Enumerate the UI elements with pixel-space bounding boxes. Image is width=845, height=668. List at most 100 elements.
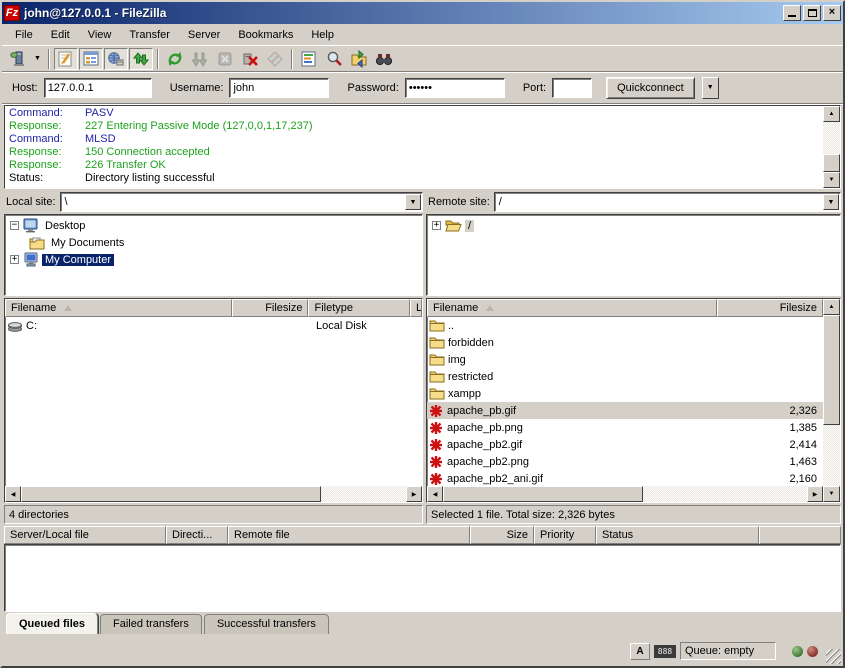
remote-hscrollbar[interactable]: ◀ ▶: [427, 486, 823, 502]
tree-item-my-computer[interactable]: + My Computer: [5, 251, 422, 268]
column-status[interactable]: Status: [596, 526, 759, 544]
local-site-combo[interactable]: \ ▼: [60, 192, 423, 212]
column-filename[interactable]: Filename: [5, 299, 232, 317]
chevron-down-icon[interactable]: ▼: [405, 194, 421, 210]
close-button[interactable]: ×: [823, 5, 841, 21]
site-manager-dropdown-icon[interactable]: ▼: [31, 48, 44, 70]
expand-icon[interactable]: +: [10, 255, 19, 264]
port-input[interactable]: [552, 78, 592, 98]
synchronized-browsing-icon[interactable]: [372, 48, 396, 70]
cancel-operation-icon[interactable]: [213, 48, 237, 70]
remote-file-row[interactable]: apache_pb2_ani.gif 2,160: [427, 470, 823, 486]
disconnect-icon[interactable]: [238, 48, 262, 70]
remote-file-row[interactable]: restricted: [427, 368, 823, 385]
toggle-message-log-icon[interactable]: [54, 48, 78, 70]
image-file-icon: [429, 438, 443, 452]
local-status-text: 4 directories: [4, 505, 423, 524]
scroll-up-icon[interactable]: ▲: [823, 299, 840, 315]
scroll-left-icon[interactable]: ◀: [5, 486, 21, 502]
menu-file[interactable]: File: [6, 26, 42, 44]
quickconnect-dropdown-icon[interactable]: ▼: [702, 77, 719, 99]
remote-file-row[interactable]: apache_pb2.gif 2,414: [427, 436, 823, 453]
menu-transfer[interactable]: Transfer: [120, 26, 179, 44]
file-search-icon[interactable]: [322, 48, 346, 70]
remote-file-row[interactable]: apache_pb2.png 1,463: [427, 453, 823, 470]
scroll-left-icon[interactable]: ◀: [427, 486, 443, 502]
scroll-right-icon[interactable]: ▶: [406, 486, 422, 502]
process-queue-icon[interactable]: [188, 48, 212, 70]
folder-icon: [429, 353, 445, 366]
title-bar[interactable]: Fz john@127.0.0.1 - FileZilla ×: [2, 2, 843, 24]
column-filename[interactable]: Filename: [427, 299, 717, 317]
log-line: Response:150 Connection accepted: [9, 146, 823, 159]
transfer-type-indicator-icon[interactable]: A: [630, 643, 650, 660]
host-input[interactable]: [44, 78, 152, 98]
message-log-body: Command:PASV Response:227 Entering Passi…: [5, 106, 823, 188]
window-title: john@127.0.0.1 - FileZilla: [24, 6, 783, 20]
toggle-remote-tree-icon[interactable]: [104, 48, 128, 70]
menu-edit[interactable]: Edit: [42, 26, 79, 44]
scroll-right-icon[interactable]: ▶: [807, 486, 823, 502]
column-size[interactable]: Size: [470, 526, 534, 544]
password-input[interactable]: [405, 78, 505, 98]
local-list-body: C: Local Disk: [5, 317, 422, 486]
speed-limit-indicator-icon[interactable]: 888: [654, 645, 676, 658]
minimize-button[interactable]: [783, 5, 801, 21]
local-hscrollbar[interactable]: ◀ ▶: [5, 486, 422, 502]
local-disk-icon: [7, 320, 23, 332]
resize-grip[interactable]: [826, 649, 841, 664]
column-direction[interactable]: Directi...: [166, 526, 228, 544]
scrollbar-thumb[interactable]: [823, 315, 840, 425]
scrollbar-thumb[interactable]: [21, 486, 321, 502]
remote-file-row[interactable]: forbidden: [427, 334, 823, 351]
column-server-local-file[interactable]: Server/Local file: [4, 526, 166, 544]
maximize-button[interactable]: [803, 5, 821, 21]
directory-comparison-icon[interactable]: [347, 48, 371, 70]
remote-file-row[interactable]: img: [427, 351, 823, 368]
refresh-icon[interactable]: [163, 48, 187, 70]
collapse-icon[interactable]: −: [10, 221, 19, 230]
column-filetype[interactable]: Filetype: [308, 299, 410, 317]
site-manager-icon[interactable]: [6, 48, 30, 70]
tab-queued-files[interactable]: Queued files: [6, 613, 98, 634]
scroll-up-icon[interactable]: ▲: [823, 106, 840, 122]
tab-failed-transfers[interactable]: Failed transfers: [100, 614, 202, 634]
column-filesize[interactable]: Filesize: [717, 299, 823, 317]
remote-file-row[interactable]: xampp: [427, 385, 823, 402]
tab-successful-transfers[interactable]: Successful transfers: [204, 614, 329, 634]
menu-bookmarks[interactable]: Bookmarks: [229, 26, 302, 44]
quickconnect-button[interactable]: Quickconnect: [606, 77, 695, 99]
transfer-queue: Server/Local file Directi... Remote file…: [2, 524, 843, 612]
scrollbar-thumb[interactable]: [443, 486, 643, 502]
column-priority[interactable]: Priority: [534, 526, 596, 544]
filter-icon[interactable]: [297, 48, 321, 70]
reconnect-icon[interactable]: [263, 48, 287, 70]
column-last-modified[interactable]: L: [410, 299, 422, 317]
remote-file-row[interactable]: ..: [427, 317, 823, 334]
menu-view[interactable]: View: [79, 26, 121, 44]
remote-file-row-selected[interactable]: apache_pb.gif 2,326: [427, 402, 823, 419]
menu-server[interactable]: Server: [179, 26, 229, 44]
tree-item-my-documents[interactable]: My Documents: [5, 234, 422, 251]
scrollbar-thumb[interactable]: [823, 154, 840, 172]
username-input[interactable]: [229, 78, 329, 98]
remote-vscrollbar[interactable]: ▲ ▼: [823, 299, 840, 502]
column-filesize[interactable]: Filesize: [232, 299, 309, 317]
chevron-down-icon[interactable]: ▼: [823, 194, 839, 210]
remote-file-row[interactable]: apache_pb.png 1,385: [427, 419, 823, 436]
remote-site-combo[interactable]: / ▼: [494, 192, 841, 212]
remote-list-body: .. forbidden img: [427, 317, 823, 486]
queue-body[interactable]: [4, 544, 841, 612]
toggle-local-tree-icon[interactable]: [79, 48, 103, 70]
scroll-down-icon[interactable]: ▼: [823, 486, 840, 502]
tree-item-desktop[interactable]: − Desktop: [5, 217, 422, 234]
menu-help[interactable]: Help: [302, 26, 343, 44]
expand-icon[interactable]: +: [432, 221, 441, 230]
username-label: Username:: [170, 82, 224, 94]
local-file-row[interactable]: C: Local Disk: [5, 317, 422, 334]
log-scrollbar[interactable]: ▲ ▼: [823, 106, 840, 188]
scroll-down-icon[interactable]: ▼: [823, 172, 840, 188]
toggle-transfer-queue-icon[interactable]: [129, 48, 153, 70]
tree-item-root[interactable]: + /: [427, 217, 840, 234]
column-remote-file[interactable]: Remote file: [228, 526, 470, 544]
